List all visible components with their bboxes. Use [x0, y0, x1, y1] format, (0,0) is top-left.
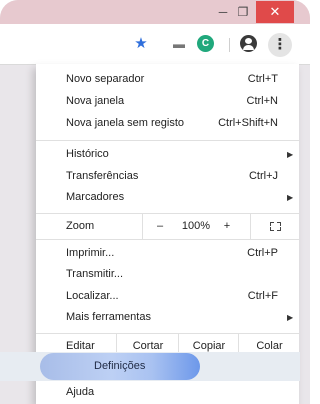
- submenu-arrow-icon: ▶: [287, 150, 294, 159]
- menu-item-label: Nova janela: [66, 95, 125, 107]
- menu-divider: [36, 140, 299, 141]
- menu-item-history[interactable]: Histórico ▶: [36, 144, 299, 165]
- menu-item-shortcut: Ctrl+Shift+N: [218, 117, 278, 129]
- browser-toolbar: ★ ▬ C ⋮: [0, 24, 310, 65]
- menu-item-label: Imprimir...: [66, 247, 115, 259]
- star-icon[interactable]: ★: [131, 34, 151, 54]
- menu-item-shortcut: Ctrl+J: [248, 170, 278, 182]
- zoom-in-button[interactable]: +: [216, 214, 238, 239]
- menu-item-shortcut: Ctrl+T: [247, 73, 278, 85]
- menu-item-shortcut: Ctrl+N: [246, 95, 278, 107]
- menu-item-new-window[interactable]: Nova janela Ctrl+N: [36, 91, 299, 112]
- zoom-out-button[interactable]: –: [142, 214, 177, 239]
- maximize-button[interactable]: ❐: [232, 1, 254, 23]
- menu-item-incognito-window[interactable]: Nova janela sem registo Ctrl+Shift+N: [36, 113, 299, 134]
- close-button[interactable]: ✕: [256, 1, 294, 23]
- menu-item-label: Nova janela sem registo: [66, 117, 185, 129]
- toolbar-divider: [229, 38, 230, 52]
- menu-item-settings[interactable]: Definições: [40, 353, 200, 380]
- menu-item-label: Mais ferramentas: [66, 311, 151, 323]
- zoom-row: Zoom – 100% +: [36, 214, 299, 239]
- menu-item-label: Definições: [94, 360, 146, 372]
- menu-item-label: Histórico: [66, 148, 109, 160]
- menu-item-shortcut: Ctrl+F: [247, 290, 278, 302]
- menu-kebab-icon[interactable]: ⋮: [268, 33, 292, 57]
- minimize-button[interactable]: ─: [214, 1, 232, 23]
- menu-divider: [36, 239, 299, 240]
- menu-item-find[interactable]: Localizar... Ctrl+F: [36, 286, 299, 307]
- menu-item-cast[interactable]: Transmitir...: [36, 264, 299, 285]
- menu-item-label: Transferências: [66, 170, 139, 182]
- menu-item-label: Novo separador: [66, 73, 145, 85]
- zoom-label: Zoom: [66, 220, 95, 232]
- menu-item-label: Marcadores: [66, 191, 125, 203]
- browser-window: ─ ❐ ✕ ★ ▬ C ⋮ Novo separador Ctrl+T Nova…: [0, 0, 310, 404]
- fullscreen-button[interactable]: [250, 214, 300, 239]
- menu-item-downloads[interactable]: Transferências Ctrl+J: [36, 166, 299, 187]
- extension-icon[interactable]: C: [197, 35, 214, 52]
- submenu-arrow-icon: ▶: [287, 193, 294, 202]
- menu-item-label: Localizar...: [66, 290, 119, 302]
- zoom-level: 100%: [181, 220, 211, 232]
- submenu-arrow-icon: ▶: [287, 313, 294, 322]
- menu-item-label: Transmitir...: [66, 268, 124, 280]
- menu-item-new-tab[interactable]: Novo separador Ctrl+T: [36, 69, 299, 90]
- profile-icon[interactable]: [240, 35, 257, 52]
- fullscreen-icon: [270, 222, 281, 231]
- menu-item-print[interactable]: Imprimir... Ctrl+P: [36, 243, 299, 264]
- menu-item-shortcut: Ctrl+P: [247, 247, 278, 259]
- menu-item-bookmarks[interactable]: Marcadores ▶: [36, 187, 299, 208]
- title-bar: ─ ❐ ✕: [0, 0, 310, 24]
- menu-item-help[interactable]: Ajuda: [66, 384, 94, 400]
- menu-item-more-tools[interactable]: Mais ferramentas ▶: [36, 307, 299, 328]
- cast-icon[interactable]: ▬: [169, 34, 189, 54]
